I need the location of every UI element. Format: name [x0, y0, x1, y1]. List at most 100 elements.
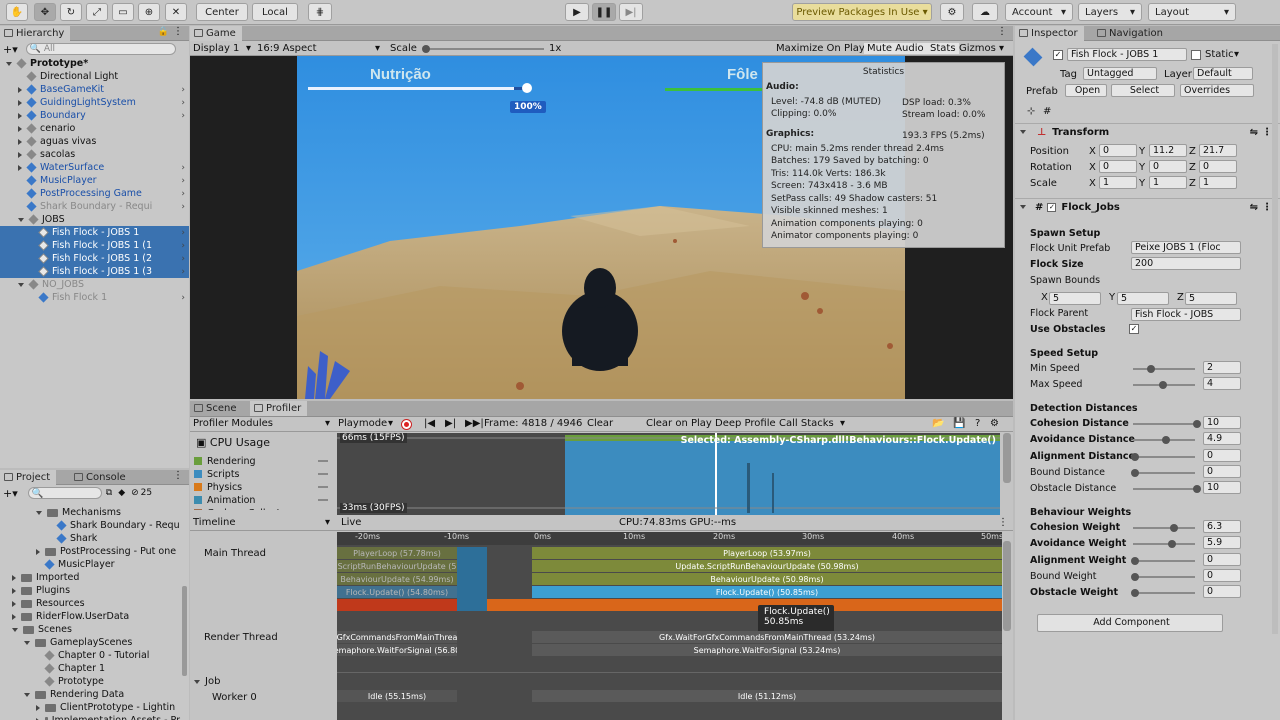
chevron-right-icon[interactable]: › — [181, 111, 185, 121]
project-row[interactable]: MusicPlayer — [0, 558, 180, 571]
hand-tool-icon[interactable]: ✋ — [6, 3, 28, 21]
tab-project[interactable]: Project — [0, 470, 57, 485]
cohesion-dist-slider-knob[interactable] — [1193, 420, 1201, 428]
settings-gear-icon[interactable]: ⚙ — [940, 3, 964, 21]
sample-bar[interactable]: GfxCommandsFromMainThrea — [337, 631, 457, 643]
sample-bar-scriptrun[interactable]: Update.ScriptRunBehaviourUpdate (50.98ms… — [532, 560, 1002, 572]
tab-hierarchy[interactable]: Hierarchy — [0, 26, 71, 41]
project-row[interactable]: RiderFlow.UserData — [0, 610, 180, 623]
project-row[interactable]: PostProcessing - Put one — [0, 545, 180, 558]
project-row[interactable]: Imported — [0, 571, 180, 584]
spawn-bounds-y-input[interactable]: 5 — [1117, 292, 1169, 305]
obstacle-dist-slider-knob[interactable] — [1193, 485, 1201, 494]
layers-dropdown[interactable]: Layers ▾ — [1078, 3, 1142, 21]
collapse-icon[interactable] — [12, 613, 16, 620]
sample-bar[interactable]: Semaphore.WaitForSignal (56.80n — [337, 644, 457, 656]
hierarchy-row[interactable]: Fish Flock 1 › — [0, 291, 189, 304]
preset-icon[interactable]: ⇋ — [1250, 202, 1258, 213]
add-component-button[interactable]: Add Component — [1037, 614, 1223, 632]
min-speed-slider-knob[interactable] — [1146, 365, 1155, 373]
view-mode-dropdown[interactable]: Timeline — [193, 517, 236, 528]
move-tool-icon[interactable]: ✥ — [34, 3, 56, 21]
label-icon[interactable]: ◆ — [118, 488, 125, 498]
chevron-right-icon[interactable]: › — [181, 228, 185, 238]
tab-console[interactable]: Console — [70, 470, 132, 485]
hierarchy-row[interactable]: Shark Boundary - Requi › — [0, 200, 189, 213]
flock-unit-prefab-field[interactable]: Peixe JOBS 1 (Floc — [1131, 241, 1241, 254]
sample-bar[interactable]: BehaviourUpdate (54.99ms) — [337, 573, 457, 585]
legend-item[interactable]: Rendering — [194, 455, 334, 467]
position-x-input[interactable]: 0 — [1099, 144, 1137, 157]
sample-bar[interactable]: PlayerLoop (57.78ms) — [337, 547, 457, 559]
cpu-usage-module[interactable]: ▣ CPU Usage — [196, 436, 270, 449]
project-row[interactable]: Implementation Assets - Pr — [0, 714, 180, 720]
project-row[interactable]: Scenes — [0, 623, 180, 636]
hierarchy-row[interactable]: WaterSurface › — [0, 161, 189, 174]
collapse-icon[interactable] — [36, 704, 40, 711]
collapse-icon[interactable] — [18, 112, 22, 119]
collapse-icon[interactable] — [18, 164, 22, 171]
custom-tool-icon[interactable]: ✕ — [165, 3, 187, 21]
project-row[interactable]: Shark Boundary - Requ — [0, 519, 180, 532]
align-dist-input[interactable]: 0 — [1203, 448, 1241, 462]
record-button[interactable] — [401, 419, 412, 430]
collapse-icon[interactable] — [12, 587, 16, 594]
hidden-count-icon[interactable]: ⊘ — [131, 488, 139, 498]
align-dist-slider-knob[interactable] — [1131, 452, 1139, 461]
profiler-modules-dropdown[interactable]: Profiler Modules — [193, 418, 273, 429]
legend-item[interactable]: GarbageCollector — [194, 507, 334, 510]
align-dist-slider[interactable] — [1133, 455, 1195, 458]
collapse-icon[interactable] — [36, 548, 40, 555]
hierarchy-row[interactable]: sacolas — [0, 148, 189, 161]
more-icon[interactable]: ⋮ — [173, 470, 183, 481]
hierarchy-row[interactable]: NO_JOBS — [0, 278, 189, 291]
hierarchy-row[interactable]: MusicPlayer › — [0, 174, 189, 187]
bound-w-input[interactable]: 0 — [1203, 568, 1241, 582]
drag-handle-icon[interactable] — [318, 486, 328, 488]
inspector-scrollbar[interactable] — [1272, 44, 1278, 634]
collapse-icon[interactable] — [12, 574, 16, 581]
collapse-icon[interactable] — [18, 138, 22, 145]
more-icon[interactable]: ⋮ — [173, 26, 183, 37]
hierarchy-row[interactable]: GuidingLightSystem › — [0, 96, 189, 109]
bound-dist-input[interactable]: 0 — [1203, 464, 1241, 478]
avoid-w-input[interactable]: 5.9 — [1203, 536, 1241, 550]
prev-frame-icon[interactable]: |◀ — [424, 418, 435, 429]
max-speed-input[interactable]: 4 — [1203, 377, 1241, 390]
gizmos-dropdown[interactable]: Gizmos — [959, 43, 996, 54]
timeline-view[interactable]: -20ms -10ms 0ms 10ms 20ms 30ms 40ms 50ms… — [337, 532, 1002, 720]
current-frame-icon[interactable]: ▶▶| — [465, 418, 484, 429]
position-y-input[interactable]: 11.2 — [1149, 144, 1187, 157]
legend-item[interactable]: Scripts — [194, 468, 334, 480]
avoid-dist-slider-knob[interactable] — [1162, 436, 1170, 445]
rotation-x-input[interactable]: 0 — [1099, 160, 1137, 173]
avoid-w-slider-knob[interactable] — [1167, 540, 1176, 549]
obstacle-dist-input[interactable]: 10 — [1203, 481, 1241, 495]
transform-tool-icon[interactable]: ⊕ — [138, 3, 160, 21]
chevron-right-icon[interactable]: › — [181, 267, 185, 277]
scale-x-input[interactable]: 1 — [1099, 176, 1137, 189]
pivot-local-button[interactable]: Local — [252, 3, 298, 21]
bound-w-slider-knob[interactable] — [1131, 572, 1139, 581]
chevron-right-icon[interactable]: › — [181, 85, 185, 95]
hierarchy-row[interactable]: PostProcessing Game › — [0, 187, 189, 200]
rotate-tool-icon[interactable]: ↻ — [60, 3, 82, 21]
project-row[interactable]: Resources — [0, 597, 180, 610]
chevron-right-icon[interactable]: › — [181, 163, 185, 173]
project-row[interactable]: Mechanisms — [0, 506, 180, 519]
hierarchy-row[interactable]: Fish Flock - JOBS 1 (1 › — [0, 239, 189, 252]
play-button[interactable]: ▶ — [565, 3, 589, 21]
scale-slider[interactable] — [426, 48, 544, 50]
prefab-select-button[interactable]: Select — [1111, 84, 1175, 97]
sample-bar-playerloop[interactable]: PlayerLoop (53.97ms) — [532, 547, 1002, 559]
cloud-icon[interactable]: ☁ — [972, 3, 998, 21]
tab-game[interactable]: Game — [190, 26, 242, 41]
flock-jobs-header[interactable]: # ✓ Flock_Jobs ⇋ ⋮ — [1015, 198, 1280, 215]
settings-icon[interactable]: ⚙ — [990, 418, 999, 429]
sample-bar[interactable]: Flock.Update() (54.80ms) — [337, 586, 457, 598]
flock-size-input[interactable]: 200 — [1131, 257, 1241, 270]
use-obstacles-checkbox[interactable]: ✓ — [1129, 324, 1139, 334]
sample-bar-semaphore[interactable]: Semaphore.WaitForSignal (53.24ms) — [532, 644, 1002, 656]
save-icon[interactable]: 💾 — [953, 418, 965, 429]
job-group[interactable]: Job — [194, 676, 220, 687]
